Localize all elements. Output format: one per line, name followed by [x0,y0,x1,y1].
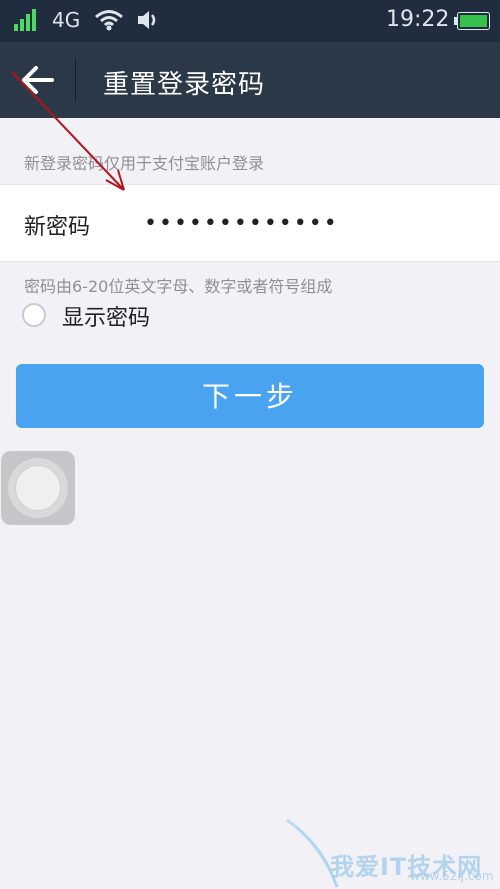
new-password-row: 新密码 [0,184,500,262]
page-title: 重置登录密码 [103,70,266,100]
signal-icon [14,9,36,31]
status-bar: 4G 19:22 [0,0,500,42]
clock: 19:22 [386,7,450,32]
watermark-url: www.52ij.com [410,869,494,883]
password-rule-hint: 密码由6-20位英文字母、数字或者符号组成 [24,277,333,296]
watermark-wings-icon [286,818,339,888]
assistive-touch-inner-circle [15,465,61,511]
assistive-touch-button[interactable] [1,451,75,525]
back-arrow-icon[interactable] [18,62,58,98]
new-password-input[interactable] [144,203,474,243]
new-password-label: 新密码 [24,215,91,240]
battery-icon [454,12,490,30]
next-step-button[interactable]: 下一步 [16,364,484,428]
volume-icon [138,11,156,29]
show-password-label: 显示密码 [62,306,151,331]
title-divider [75,58,76,102]
title-bar: 重置登录密码 [0,42,500,118]
show-password-radio[interactable] [22,303,46,327]
password-usage-hint: 新登录密码仅用于支付宝账户登录 [24,154,265,173]
wifi-icon [95,10,123,31]
network-type: 4G [52,8,81,32]
watermark: 我爱IT技术网 www.52ij.com [282,815,500,889]
watermark-text: 我爱IT技术网 [330,853,483,881]
